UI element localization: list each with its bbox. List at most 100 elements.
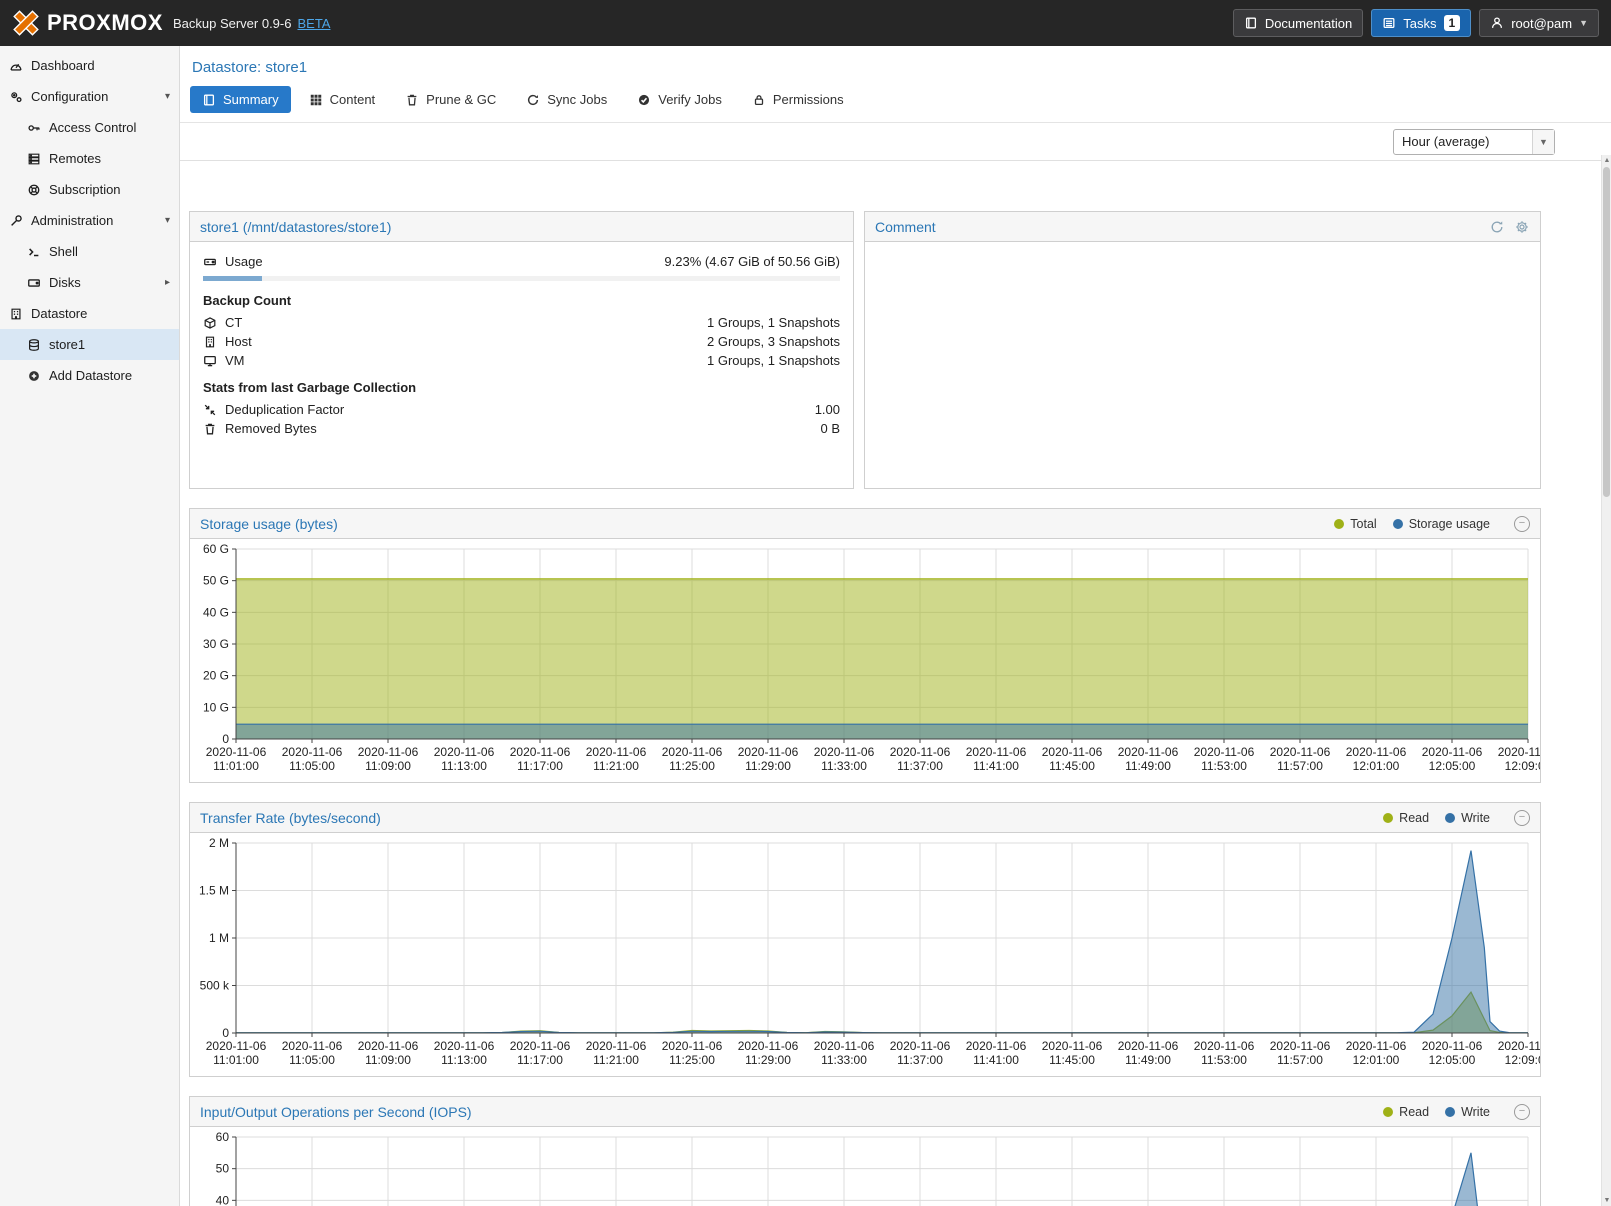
legend-label: Write <box>1461 1105 1490 1119</box>
tab-label: Summary <box>223 92 279 107</box>
legend-item-storage-usage[interactable]: Storage usage <box>1393 517 1490 531</box>
legend-label: Read <box>1399 1105 1429 1119</box>
svg-text:11:09:00: 11:09:00 <box>365 759 411 773</box>
legend-dot <box>1383 813 1393 823</box>
svg-text:2020-11-06: 2020-11-06 <box>1042 745 1103 759</box>
sidebar-item-datastore[interactable]: Datastore <box>0 298 179 329</box>
legend-item-read[interactable]: Read <box>1383 1105 1429 1119</box>
tab-verify-jobs[interactable]: Verify Jobs <box>625 86 734 113</box>
svg-text:2020-11-06: 2020-11-06 <box>966 745 1027 759</box>
hdd-icon <box>203 255 217 269</box>
tab-permissions[interactable]: Permissions <box>740 86 856 113</box>
svg-text:11:49:00: 11:49:00 <box>1125 1053 1171 1067</box>
iops-header: Input/Output Operations per Second (IOPS… <box>190 1097 1540 1127</box>
svg-text:12:01:00: 12:01:00 <box>1353 759 1400 773</box>
svg-text:2020-11-06: 2020-11-06 <box>1118 745 1179 759</box>
sidebar-item-add-datastore[interactable]: Add Datastore <box>0 360 179 391</box>
svg-text:2020-11-06: 2020-11-06 <box>1194 1039 1255 1053</box>
sidebar-item-shell[interactable]: Shell <box>0 236 179 267</box>
legend-item-read[interactable]: Read <box>1383 811 1429 825</box>
legend-dot <box>1445 813 1455 823</box>
legend-dot <box>1383 1107 1393 1117</box>
tab-prune-gc[interactable]: Prune & GC <box>393 86 508 113</box>
legend-label: Total <box>1350 517 1376 531</box>
svg-text:2020-11-06: 2020-11-06 <box>1346 1039 1407 1053</box>
user-menu-button[interactable]: root@pam ▼ <box>1479 9 1599 37</box>
vertical-scrollbar[interactable]: ▲ ▼ <box>1601 155 1611 1206</box>
tab-content[interactable]: Content <box>297 86 388 113</box>
storage-usage-panel: Storage usage (bytes) Total Storage usag… <box>189 508 1541 783</box>
gc-label: Removed Bytes <box>225 421 317 436</box>
gc-value: 0 B <box>820 421 840 436</box>
collapse-icon[interactable]: − <box>1514 1104 1530 1120</box>
legend-item-total[interactable]: Total <box>1334 517 1376 531</box>
transfer-rate-header: Transfer Rate (bytes/second) Read Write … <box>190 803 1540 833</box>
sidebar-item-store1[interactable]: store1 <box>0 329 179 360</box>
comment-header: Comment <box>865 212 1540 242</box>
svg-text:11:13:00: 11:13:00 <box>441 1053 487 1067</box>
sidebar-item-label: Subscription <box>49 182 121 197</box>
chevron-down-icon[interactable]: ▼ <box>1532 130 1554 154</box>
svg-text:2020-11-06: 2020-11-06 <box>662 1039 723 1053</box>
comment-body[interactable] <box>865 242 1540 488</box>
tab-summary[interactable]: Summary <box>190 86 291 113</box>
chevron-right-icon[interactable]: ▸ <box>165 277 170 288</box>
svg-text:50: 50 <box>216 1162 230 1176</box>
reload-icon[interactable] <box>1489 219 1505 235</box>
svg-text:20 G: 20 G <box>203 669 229 683</box>
sidebar-item-disks[interactable]: Disks ▸ <box>0 267 179 298</box>
sidebar-item-label: Remotes <box>49 151 101 166</box>
scroll-up-icon[interactable]: ▲ <box>1602 155 1611 166</box>
documentation-label: Documentation <box>1265 16 1352 31</box>
gc-row-dedup: Deduplication Factor 1.00 <box>203 400 840 419</box>
user-label: root@pam <box>1511 16 1572 31</box>
sidebar-item-dashboard[interactable]: Dashboard <box>0 50 179 81</box>
svg-text:2020-11-06: 2020-11-06 <box>1118 1039 1179 1053</box>
scrollbar-thumb[interactable] <box>1603 167 1610 497</box>
svg-text:2020-11-06: 2020-11-06 <box>738 745 799 759</box>
sidebar-item-subscription[interactable]: Subscription <box>0 174 179 205</box>
gear-icon[interactable] <box>1514 219 1530 235</box>
scroll-down-icon[interactable]: ▼ <box>1602 1195 1611 1206</box>
beta-link[interactable]: BETA <box>297 16 330 31</box>
store-summary-panel: store1 (/mnt/datastores/store1) Usage 9.… <box>189 211 854 489</box>
sidebar-item-configuration[interactable]: Configuration ▾ <box>0 81 179 112</box>
sidebar-item-label: Add Datastore <box>49 368 132 383</box>
count-value: 2 Groups, 3 Snapshots <box>707 334 840 349</box>
gc-row-removed-bytes: Removed Bytes 0 B <box>203 419 840 438</box>
key-icon <box>27 121 41 135</box>
svg-text:2020-11-06: 2020-11-06 <box>1042 1039 1103 1053</box>
sidebar-item-label: Access Control <box>49 120 136 135</box>
tab-label: Permissions <box>773 92 844 107</box>
sidebar-item-label: Administration <box>31 213 113 228</box>
legend-label: Read <box>1399 811 1429 825</box>
sidebar-item-access-control[interactable]: Access Control <box>0 112 179 143</box>
svg-text:2020-11-06: 2020-11-06 <box>1498 1039 1540 1053</box>
svg-text:500 k: 500 k <box>200 979 230 993</box>
collapse-icon[interactable]: − <box>1514 810 1530 826</box>
legend-item-write[interactable]: Write <box>1445 811 1490 825</box>
terminal-icon <box>27 245 41 259</box>
gc-value: 1.00 <box>815 402 840 417</box>
chevron-down-icon[interactable]: ▾ <box>165 215 170 226</box>
transfer-rate-title: Transfer Rate (bytes/second) <box>200 810 381 826</box>
storage-usage-title: Storage usage (bytes) <box>200 516 338 532</box>
svg-text:2020-11-06: 2020-11-06 <box>1422 745 1483 759</box>
comment-title: Comment <box>875 219 936 235</box>
dashboard-icon <box>9 59 23 73</box>
tasks-button[interactable]: Tasks 1 <box>1371 9 1471 37</box>
support-icon <box>27 183 41 197</box>
svg-text:2020-11-06: 2020-11-06 <box>434 1039 495 1053</box>
sidebar-item-administration[interactable]: Administration ▾ <box>0 205 179 236</box>
svg-text:0: 0 <box>222 1026 229 1040</box>
tab-bar: Summary Content Prune & GC Sync Jobs <box>180 79 1611 122</box>
legend-item-write[interactable]: Write <box>1445 1105 1490 1119</box>
sidebar-item-label: Dashboard <box>31 58 95 73</box>
documentation-button[interactable]: Documentation <box>1233 9 1363 37</box>
tab-sync-jobs[interactable]: Sync Jobs <box>514 86 619 113</box>
sidebar-item-remotes[interactable]: Remotes <box>0 143 179 174</box>
chevron-down-icon[interactable]: ▾ <box>165 91 170 102</box>
collapse-icon[interactable]: − <box>1514 516 1530 532</box>
timeframe-select[interactable]: Hour (average) ▼ <box>1393 129 1555 155</box>
usage-row: Usage 9.23% (4.67 GiB of 50.56 GiB) <box>203 252 840 271</box>
